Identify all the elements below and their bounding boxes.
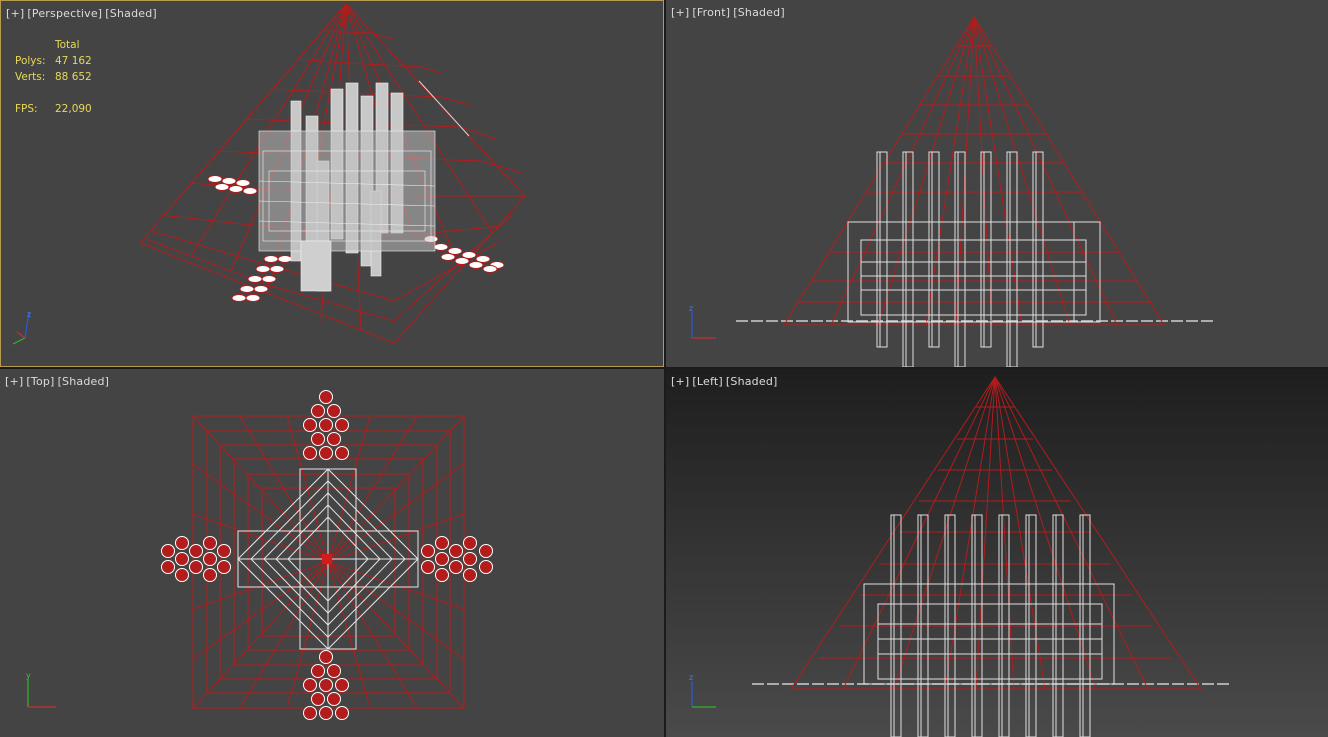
shading-mode-label[interactable]: [Shaded] [726, 375, 778, 388]
svg-text:y: y [26, 671, 31, 680]
viewport-label-top[interactable]: [+] [Top] [Shaded] [5, 375, 112, 388]
viewport-menu-button[interactable]: [+] [671, 375, 689, 388]
columns-front [847, 151, 1101, 367]
viewport-label-left[interactable]: [+] [Left] [Shaded] [671, 375, 781, 388]
viewport-front[interactable]: [+] [Front] [Shaded] z [666, 0, 1328, 367]
viewport-menu-button[interactable]: [+] [5, 375, 23, 388]
top-scene [161, 390, 493, 720]
polys-value: 47 162 [55, 55, 92, 67]
verts-value: 88 652 [55, 71, 92, 83]
statistics-overlay: Total Polys: 47 162 Verts: 88 652 FPS: 22,0… [15, 37, 92, 117]
view-mode-label[interactable]: [Left] [692, 375, 722, 388]
axis-gizmo-perspective: z [12, 310, 31, 345]
front-scene [736, 16, 1214, 367]
pyramid-front [783, 16, 1165, 326]
svg-text:z: z [689, 673, 693, 682]
fps-value: 22,090 [55, 103, 92, 115]
stats-header: Total [55, 39, 80, 51]
polys-label: Polys: [15, 55, 46, 67]
view-mode-label[interactable]: [Front] [692, 6, 730, 19]
viewport-menu-button[interactable]: [+] [671, 6, 689, 19]
axis-gizmo-front: z [689, 304, 716, 339]
viewport-top[interactable]: [+] [Top] [Shaded] y [0, 369, 664, 737]
svg-text:z: z [27, 310, 31, 319]
viewport-perspective[interactable]: [+] [Perspective] [Shaded] Total Polys: 47 … [0, 0, 664, 367]
viewport-label-front[interactable]: [+] [Front] [Shaded] [671, 6, 788, 19]
axis-gizmo-left: z [689, 673, 716, 708]
center-marker [322, 554, 332, 564]
perspective-scene [139, 3, 526, 344]
fps-label: FPS: [15, 103, 38, 115]
view-mode-label[interactable]: [Perspective] [27, 7, 102, 20]
viewport-label-perspective[interactable]: [+] [Perspective] [Shaded] [6, 7, 160, 20]
shading-mode-label[interactable]: [Shaded] [105, 7, 157, 20]
verts-label: Verts: [15, 71, 46, 83]
viewport-menu-button[interactable]: [+] [6, 7, 24, 20]
left-scene [752, 376, 1230, 737]
pyramid-left [790, 376, 1202, 690]
viewport-left[interactable]: [+] [Left] [Shaded] z [666, 369, 1328, 737]
shading-mode-label[interactable]: [Shaded] [58, 375, 110, 388]
shading-mode-label[interactable]: [Shaded] [733, 6, 785, 19]
axis-gizmo-top: y [26, 671, 56, 708]
svg-text:z: z [689, 304, 693, 313]
view-mode-label[interactable]: [Top] [26, 375, 54, 388]
